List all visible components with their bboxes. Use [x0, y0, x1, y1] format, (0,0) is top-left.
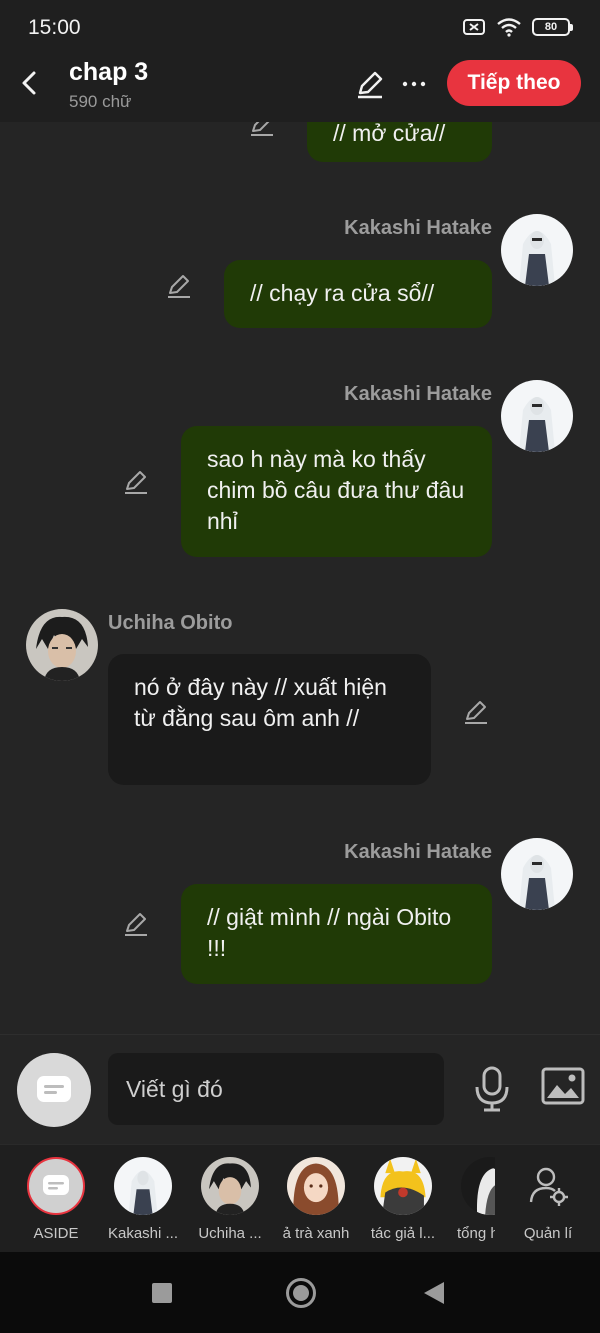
avatar-image: [26, 609, 98, 681]
recents-button[interactable]: [152, 1283, 172, 1303]
chat-bubble-icon: [43, 1175, 69, 1195]
home-button[interactable]: [286, 1278, 316, 1308]
edit-message-button[interactable]: [122, 910, 150, 938]
sender-name: Kakashi Hatake: [344, 383, 492, 405]
edit-message-button[interactable]: [165, 272, 193, 300]
chapter-title: chap 3: [69, 58, 149, 86]
avatar-image: [461, 1157, 495, 1215]
image-icon: [541, 1067, 585, 1105]
more-dots-icon: [402, 81, 426, 87]
edit-button[interactable]: [354, 68, 386, 100]
chat-area[interactable]: // mở cửa// Kakashi Hatake // chạy ra cử…: [0, 122, 600, 1034]
aside-avatar: [27, 1157, 85, 1215]
avatar-image: [114, 1157, 172, 1215]
more-options-button[interactable]: [400, 68, 428, 100]
avatar-image: [287, 1157, 345, 1215]
pencil-icon: [358, 71, 383, 99]
avatar-kakashi[interactable]: [501, 838, 573, 910]
chat-bubble-icon: [37, 1076, 71, 1102]
character-tac-gia[interactable]: tác giả l...: [363, 1157, 443, 1242]
avatar: [201, 1157, 259, 1215]
voice-input-button[interactable]: [472, 1065, 512, 1113]
battery-level: 80: [544, 21, 558, 33]
pencil-icon: [125, 913, 147, 936]
character-label: tác giả l...: [370, 1225, 436, 1242]
character-kakashi[interactable]: Kakashi ...: [103, 1157, 183, 1242]
status-time: 15:00: [28, 16, 81, 39]
no-sim-icon: [463, 19, 485, 35]
character-label: ASIDE: [33, 1225, 79, 1242]
pencil-icon: [251, 122, 273, 136]
sender-name: Uchiha Obito: [108, 612, 233, 634]
insert-image-button[interactable]: [540, 1065, 586, 1113]
message-bubble[interactable]: // mở cửa//: [307, 122, 492, 162]
edit-message-button[interactable]: [462, 698, 490, 726]
character-label: ả trà xanh: [282, 1225, 350, 1242]
back-button[interactable]: [14, 66, 44, 100]
avatar: [287, 1157, 345, 1215]
message-text: // mở cửa//: [333, 122, 446, 146]
avatar-kakashi[interactable]: [501, 380, 573, 452]
avatar-image: [501, 838, 573, 910]
character-tong[interactable]: tổng h: [449, 1157, 495, 1242]
wifi-icon: [497, 18, 521, 37]
user-settings-icon: [529, 1167, 568, 1206]
character-label: Quản lí: [523, 1225, 573, 1242]
avatar-kakashi[interactable]: [501, 214, 573, 286]
avatar: [461, 1157, 495, 1215]
character-bar: ASIDE Kakashi ... Uchiha ... ả trà xanh …: [0, 1144, 600, 1252]
message-text: // giật mình // ngài Obito !!!: [207, 904, 452, 961]
character-label: tổng h: [457, 1225, 495, 1242]
character-aside[interactable]: ASIDE: [16, 1157, 96, 1242]
avatar-image: [201, 1157, 259, 1215]
edit-message-button[interactable]: [248, 122, 276, 138]
pencil-icon: [168, 275, 190, 298]
microphone-icon: [475, 1066, 509, 1112]
avatar-image: [501, 214, 573, 286]
message-bubble[interactable]: sao h này mà ko thấy chim bồ câu đưa thư…: [181, 426, 492, 557]
message-input[interactable]: Viết gì đó: [108, 1053, 444, 1125]
status-bar: 15:00 80: [0, 0, 600, 58]
sender-name: Kakashi Hatake: [344, 217, 492, 239]
header: chap 3 590 chữ Tiếp theo: [0, 58, 600, 122]
message-text: nó ở đây này // xuất hiện từ đằng sau ôm…: [134, 674, 387, 731]
avatar: [374, 1157, 432, 1215]
aside-toggle-button[interactable]: [17, 1053, 91, 1127]
chevron-left-icon: [22, 71, 36, 95]
avatar-image: [374, 1157, 432, 1215]
message-bubble[interactable]: nó ở đây này // xuất hiện từ đằng sau ôm…: [108, 654, 431, 785]
manage-characters-button[interactable]: Quản lí: [508, 1157, 588, 1242]
system-back-button[interactable]: [424, 1282, 444, 1304]
message-input-placeholder: Viết gì đó: [126, 1075, 223, 1102]
message-text: // chạy ra cửa sổ//: [250, 280, 435, 306]
edit-message-button[interactable]: [122, 468, 150, 496]
manage-icon-wrap: [519, 1157, 577, 1215]
avatar-image: [501, 380, 573, 452]
status-icons: 80: [462, 17, 573, 37]
battery-icon: 80: [532, 18, 573, 36]
word-count: 590 chữ: [69, 92, 132, 111]
pencil-icon: [465, 701, 487, 724]
system-nav-bar: [0, 1252, 600, 1333]
character-tra-xanh[interactable]: ả trà xanh: [276, 1157, 356, 1242]
character-obito[interactable]: Uchiha ...: [190, 1157, 270, 1242]
message-bubble[interactable]: // chạy ra cửa sổ//: [224, 260, 492, 328]
character-label: Kakashi ...: [107, 1225, 179, 1242]
composer: Viết gì đó: [0, 1034, 600, 1144]
next-chapter-button[interactable]: Tiếp theo: [447, 60, 581, 106]
sender-name: Kakashi Hatake: [344, 841, 492, 863]
avatar: [114, 1157, 172, 1215]
message-text: sao h này mà ko thấy chim bồ câu đưa thư…: [207, 446, 465, 534]
avatar-obito[interactable]: [26, 609, 98, 681]
pencil-icon: [125, 471, 147, 494]
character-label: Uchiha ...: [198, 1225, 262, 1242]
message-bubble[interactable]: // giật mình // ngài Obito !!!: [181, 884, 492, 984]
